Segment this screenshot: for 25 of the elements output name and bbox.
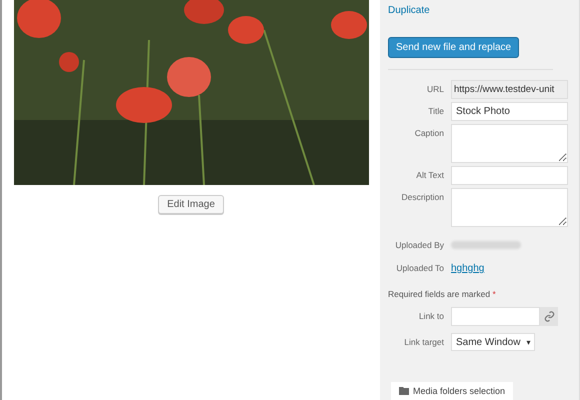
field-label: Uploaded To xyxy=(395,262,444,273)
link-target-select[interactable]: Same Window ▾ xyxy=(451,333,536,351)
replace-file-button[interactable]: Send new file and replace xyxy=(388,37,520,58)
field-label: Uploaded By xyxy=(394,239,444,250)
text-field[interactable]: Stock Photo xyxy=(451,102,568,121)
edit-image-button[interactable]: Edit Image xyxy=(158,195,224,214)
field-label: URL xyxy=(426,83,444,94)
field-label: Description xyxy=(400,191,444,202)
duplicate-link[interactable]: Duplicate xyxy=(388,5,569,16)
text-area[interactable] xyxy=(451,188,568,227)
url-field[interactable]: https://www.testdev-unit xyxy=(451,80,568,99)
field-label: Alt Text xyxy=(415,169,444,180)
field-label: Caption xyxy=(414,127,444,138)
field-label: Link to xyxy=(418,310,444,321)
required-note: Required fields are marked * xyxy=(388,289,497,299)
folder-icon xyxy=(399,387,409,395)
uploaded-to-link[interactable]: hghghg xyxy=(451,259,484,274)
field-label: Title xyxy=(427,105,444,116)
field-label: Link target xyxy=(403,336,444,347)
media-folders-button[interactable]: Media folders selection xyxy=(391,382,514,400)
link-field[interactable] xyxy=(451,307,540,326)
link-icon[interactable] xyxy=(540,307,558,326)
blurred-name xyxy=(451,241,521,249)
text-field[interactable] xyxy=(451,166,568,185)
text-area[interactable] xyxy=(451,124,568,163)
